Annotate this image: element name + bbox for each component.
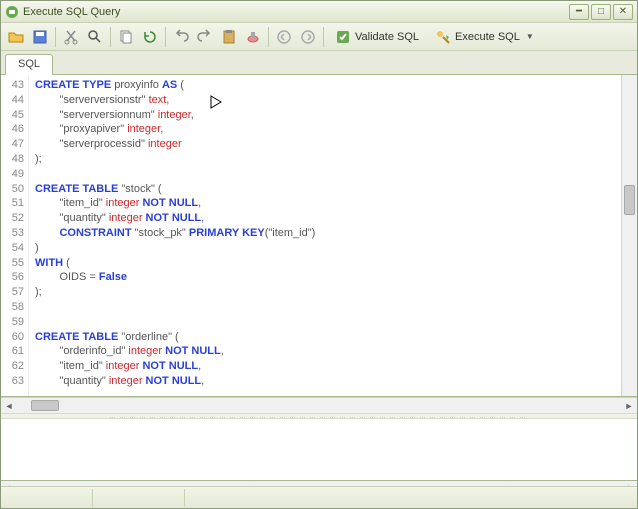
code-line[interactable]: "serverversionstr" text, bbox=[35, 93, 621, 108]
code-editor[interactable]: 4344454647484950515253545556575859606162… bbox=[1, 75, 637, 397]
line-number: 47 bbox=[1, 137, 24, 152]
history-forward-button[interactable] bbox=[297, 26, 319, 48]
code-line[interactable]: OIDS = False bbox=[35, 270, 621, 285]
validate-sql-button[interactable]: Validate SQL bbox=[328, 26, 426, 48]
code-line[interactable]: "quantity" integer NOT NULL, bbox=[35, 211, 621, 226]
code-line[interactable]: CREATE TYPE proxyinfo AS ( bbox=[35, 78, 621, 93]
code-line[interactable]: "serverversionnum" integer, bbox=[35, 108, 621, 123]
toolbar-separator bbox=[110, 27, 111, 47]
toolbar-separator bbox=[268, 27, 269, 47]
validate-sql-label: Validate SQL bbox=[355, 31, 419, 43]
copy-button[interactable] bbox=[115, 26, 137, 48]
clear-button[interactable] bbox=[242, 26, 264, 48]
code-line[interactable]: "proxyapiver" integer, bbox=[35, 122, 621, 137]
code-line[interactable]: ); bbox=[35, 285, 621, 300]
horizontal-scroll-thumb[interactable] bbox=[31, 400, 59, 411]
line-number: 57 bbox=[1, 285, 24, 300]
history-back-button[interactable] bbox=[273, 26, 295, 48]
find-button[interactable] bbox=[84, 26, 106, 48]
toolbar-separator bbox=[323, 27, 324, 47]
line-number: 62 bbox=[1, 359, 24, 374]
line-number: 60 bbox=[1, 330, 24, 345]
toolbar-separator bbox=[165, 27, 166, 47]
line-number: 50 bbox=[1, 182, 24, 197]
tab-bar: SQL bbox=[1, 51, 637, 75]
code-line[interactable]: "serverprocessid" integer bbox=[35, 137, 621, 152]
line-number: 63 bbox=[1, 374, 24, 389]
maximize-button[interactable]: □ bbox=[591, 4, 611, 20]
toolbar: Validate SQL Execute SQL ▼ bbox=[1, 23, 637, 51]
code-line[interactable]: "quantity" integer NOT NULL, bbox=[35, 374, 621, 389]
minimize-button[interactable]: ━ bbox=[569, 4, 589, 20]
line-number: 61 bbox=[1, 344, 24, 359]
code-line[interactable]: "item_id" integer NOT NULL, bbox=[35, 196, 621, 211]
close-button[interactable]: ✕ bbox=[613, 4, 633, 20]
redo-button[interactable] bbox=[194, 26, 216, 48]
vertical-scroll-thumb[interactable] bbox=[624, 185, 635, 215]
code-line[interactable] bbox=[35, 315, 621, 330]
scroll-left-icon[interactable]: ◄ bbox=[1, 399, 17, 413]
line-number: 52 bbox=[1, 211, 24, 226]
refresh-button[interactable] bbox=[139, 26, 161, 48]
code-line[interactable]: CREATE TABLE "stock" ( bbox=[35, 182, 621, 197]
cut-button[interactable] bbox=[60, 26, 82, 48]
line-number: 51 bbox=[1, 196, 24, 211]
app-icon bbox=[5, 5, 19, 19]
window-controls: ━ □ ✕ bbox=[569, 4, 633, 20]
code-line[interactable] bbox=[35, 300, 621, 315]
execute-icon bbox=[435, 29, 451, 45]
undo-button[interactable] bbox=[170, 26, 192, 48]
horizontal-scrollbar[interactable]: ◄ ► bbox=[1, 397, 637, 413]
vertical-scrollbar[interactable] bbox=[621, 75, 637, 396]
line-number: 59 bbox=[1, 315, 24, 330]
line-number: 49 bbox=[1, 167, 24, 182]
line-number: 45 bbox=[1, 108, 24, 123]
line-number: 46 bbox=[1, 122, 24, 137]
execute-sql-label: Execute SQL bbox=[455, 31, 520, 43]
execute-sql-button[interactable]: Execute SQL ▼ bbox=[428, 26, 541, 48]
dropdown-icon: ▼ bbox=[526, 32, 534, 41]
code-line[interactable]: ) bbox=[35, 241, 621, 256]
code-line[interactable]: CREATE TABLE "orderline" ( bbox=[35, 330, 621, 345]
code-line[interactable] bbox=[35, 167, 621, 182]
validate-icon bbox=[335, 29, 351, 45]
save-button[interactable] bbox=[29, 26, 51, 48]
line-number: 54 bbox=[1, 241, 24, 256]
line-number: 44 bbox=[1, 93, 24, 108]
line-number: 56 bbox=[1, 270, 24, 285]
paste-button[interactable] bbox=[218, 26, 240, 48]
tab-sql[interactable]: SQL bbox=[5, 54, 53, 76]
code-line[interactable]: CONSTRAINT "stock_pk" PRIMARY KEY("item_… bbox=[35, 226, 621, 241]
line-number: 48 bbox=[1, 152, 24, 167]
code-line[interactable]: ); bbox=[35, 152, 621, 167]
status-bar bbox=[1, 486, 637, 508]
line-number: 53 bbox=[1, 226, 24, 241]
line-number: 43 bbox=[1, 78, 24, 93]
code-line[interactable]: WITH ( bbox=[35, 256, 621, 271]
line-number: 58 bbox=[1, 300, 24, 315]
open-file-button[interactable] bbox=[5, 26, 27, 48]
code-area[interactable]: CREATE TYPE proxyinfo AS ( "serverversio… bbox=[29, 75, 621, 396]
code-line[interactable]: "orderinfo_id" integer NOT NULL, bbox=[35, 344, 621, 359]
status-cell bbox=[95, 489, 185, 507]
line-number: 55 bbox=[1, 256, 24, 271]
line-number-gutter: 4344454647484950515253545556575859606162… bbox=[1, 75, 29, 396]
status-cell bbox=[3, 489, 93, 507]
code-line[interactable]: "item_id" integer NOT NULL, bbox=[35, 359, 621, 374]
toolbar-separator bbox=[55, 27, 56, 47]
output-panel[interactable] bbox=[1, 419, 637, 481]
scroll-right-icon[interactable]: ► bbox=[621, 399, 637, 413]
window-title: Execute SQL Query bbox=[23, 6, 569, 18]
title-bar: Execute SQL Query ━ □ ✕ bbox=[1, 1, 637, 23]
